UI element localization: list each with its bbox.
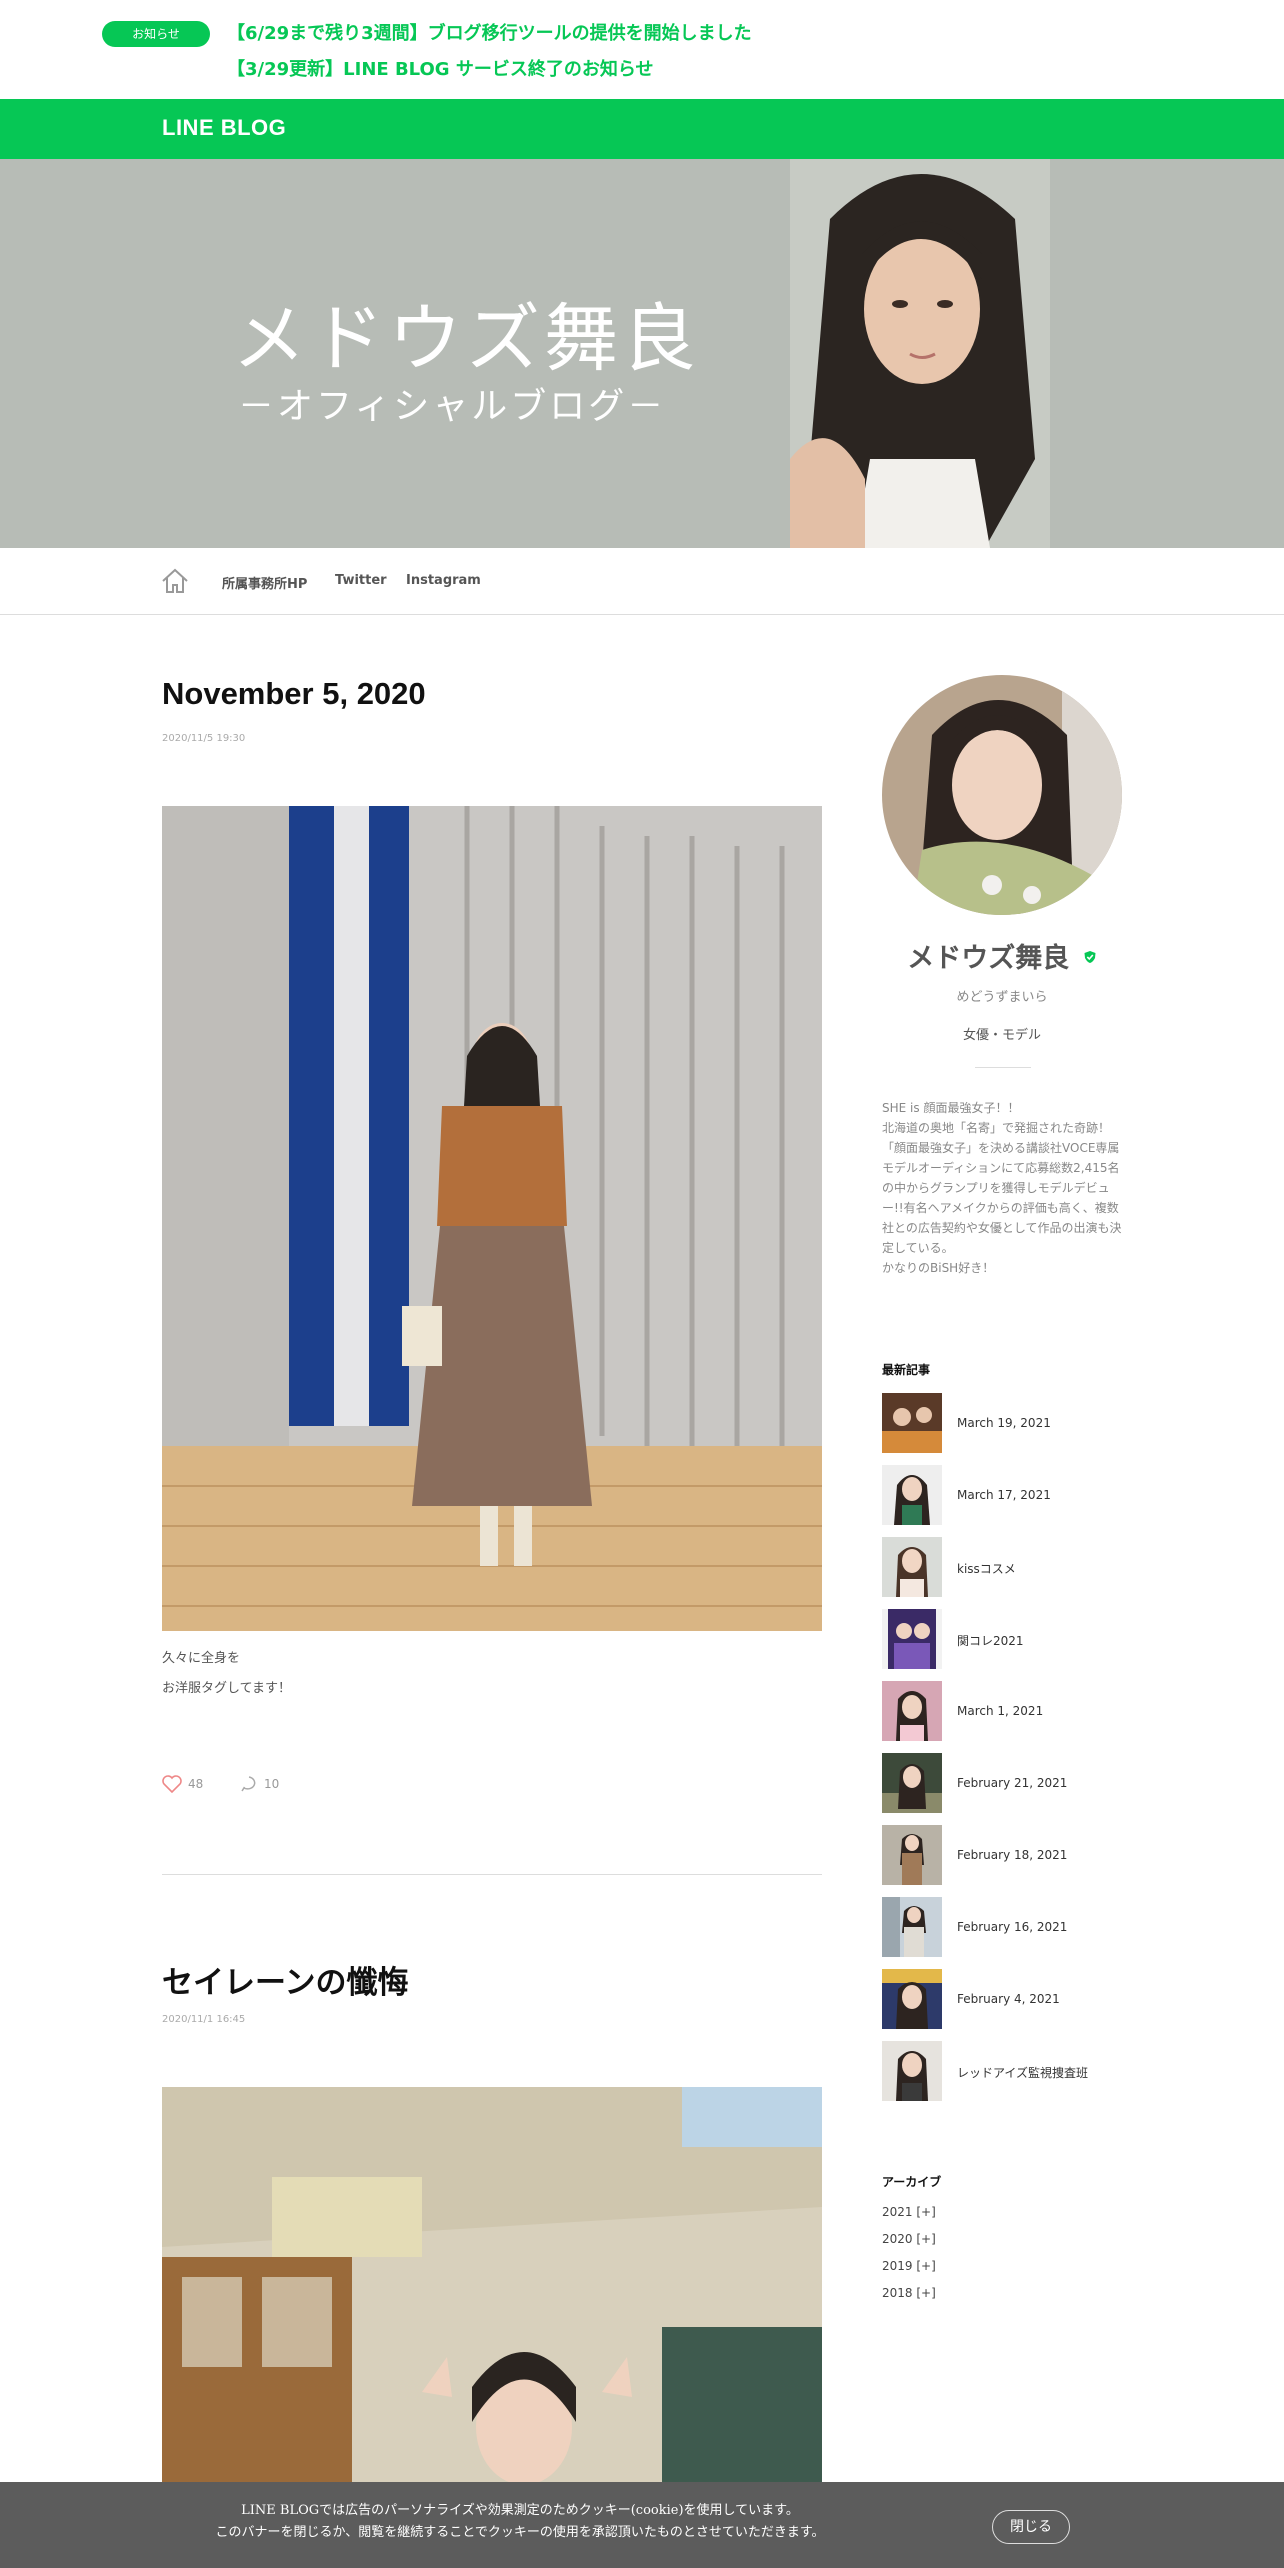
- recent-thumbnail: [882, 1897, 942, 1957]
- recent-item[interactable]: レッドアイズ監視捜査班: [882, 2041, 1142, 2101]
- post-divider: [162, 1874, 822, 1875]
- post-title[interactable]: セイレーンの懺悔: [162, 1957, 408, 2002]
- recent-item[interactable]: February 16, 2021: [882, 1897, 1142, 1957]
- comment-button[interactable]: 10: [240, 1774, 279, 1794]
- recent-item[interactable]: kissコスメ: [882, 1537, 1142, 1597]
- recent-title: kissコスメ: [957, 1562, 1016, 1576]
- profile-divider: [975, 1067, 1031, 1068]
- comment-icon: [241, 1776, 256, 1792]
- notice-link-migration[interactable]: 【6/29まで残り3週間】ブログ移行ツールの提供を開始しました: [227, 19, 752, 45]
- recent-item[interactable]: February 21, 2021: [882, 1753, 1142, 1813]
- profile-kana: めどうずまいら: [956, 990, 1048, 1005]
- recent-thumbnail: [882, 1465, 942, 1525]
- recent-item[interactable]: February 4, 2021: [882, 1969, 1142, 2029]
- post-body-line: お洋服タグしてます！: [162, 1681, 291, 1696]
- banner-title: メドウズ舞良: [232, 296, 700, 382]
- home-icon[interactable]: [160, 567, 190, 595]
- cookie-message-line: LINE BLOGでは広告のパーソナライズや効果測定のためクッキー(cookie…: [241, 2503, 799, 2518]
- profile-name: メドウズ舞良: [882, 936, 1122, 975]
- banner-subtitle: －オフィシャルブログ－: [238, 386, 667, 427]
- recent-heading: 最新記事: [882, 1363, 931, 1377]
- recent-thumbnail: [882, 1393, 942, 1453]
- post-date: 2020/11/1 16:45: [162, 2014, 246, 2025]
- post-date: 2020/11/5 19:30: [162, 733, 246, 744]
- recent-title: March 17, 2021: [957, 1488, 1051, 1502]
- nav-twitter-link[interactable]: Twitter: [335, 573, 387, 588]
- post-photo[interactable]: [162, 2087, 822, 2482]
- recent-title: March 19, 2021: [957, 1416, 1051, 1430]
- cookie-message: LINE BLOGでは広告のパーソナライズや効果測定のためクッキー(cookie…: [170, 2500, 870, 2544]
- profile-name-text: メドウズ舞良: [907, 943, 1070, 974]
- line-blog-logo[interactable]: LINE BLOG: [162, 115, 286, 141]
- recent-title: February 16, 2021: [957, 1920, 1068, 1934]
- like-count: 48: [188, 1777, 204, 1791]
- notice-link-service-end[interactable]: 【3/29更新】LINE BLOG サービス終了のお知らせ: [227, 55, 653, 81]
- recent-thumbnail: [882, 1609, 942, 1669]
- post-title[interactable]: November 5, 2020: [162, 676, 426, 712]
- recent-title: February 4, 2021: [957, 1992, 1060, 2006]
- profile-bio: SHE is 顔面最強女子！！ 北海道の奥地「名寄」で発掘された奇跡！「顔面最強…: [882, 1101, 1122, 1275]
- recent-thumbnail: [882, 1753, 942, 1813]
- notice-bar: お知らせ 【6/29まで残り3週間】ブログ移行ツールの提供を開始しました 【3/…: [0, 0, 1284, 99]
- archive-heading: アーカイブ: [882, 2175, 942, 2189]
- blog-nav: 所属事務所HP Twitter Instagram: [0, 548, 1284, 615]
- recent-item[interactable]: 関コレ2021: [882, 1609, 1142, 1669]
- profile-role: 女優・モデル: [962, 1028, 1041, 1043]
- post-body-line: 久々に全身を: [162, 1651, 241, 1666]
- recent-title: 関コレ2021: [957, 1634, 1024, 1648]
- post-body: 久々に全身を お洋服タグしてます！: [162, 1644, 291, 1704]
- banner-portrait-image: [790, 159, 1050, 548]
- like-button[interactable]: 48: [162, 1774, 203, 1794]
- cookie-message-line: このバナーを閉じるか、閲覧を継続することでクッキーの使用を承認頂いたものとさせて…: [215, 2525, 825, 2540]
- recent-item[interactable]: March 17, 2021: [882, 1465, 1142, 1525]
- recent-item[interactable]: March 1, 2021: [882, 1681, 1142, 1741]
- blog-banner: メドウズ舞良 －オフィシャルブログ－: [0, 159, 1284, 548]
- post-photo[interactable]: [162, 806, 822, 1631]
- recent-thumbnail: [882, 1537, 942, 1597]
- nav-agency-link[interactable]: 所属事務所HP: [222, 573, 307, 592]
- nav-instagram-link[interactable]: Instagram: [406, 573, 481, 588]
- cookie-close-button[interactable]: 閉じる: [992, 2510, 1070, 2544]
- recent-thumbnail: [882, 1969, 942, 2029]
- notice-badge: お知らせ: [102, 21, 210, 47]
- recent-title: レッドアイズ監視捜査班: [957, 2066, 1089, 2080]
- recent-item[interactable]: February 18, 2021: [882, 1825, 1142, 1885]
- comment-count: 10: [264, 1777, 280, 1791]
- recent-thumbnail: [882, 2041, 942, 2101]
- archive-year-2021[interactable]: 2021 [+]: [882, 2205, 936, 2219]
- archive-year-2018[interactable]: 2018 [+]: [882, 2286, 936, 2300]
- recent-title: March 1, 2021: [957, 1704, 1044, 1718]
- archive-year-2019[interactable]: 2019 [+]: [882, 2259, 936, 2273]
- heart-icon: [162, 1775, 182, 1793]
- cookie-banner: LINE BLOGでは広告のパーソナライズや効果測定のためクッキー(cookie…: [0, 2482, 1284, 2568]
- recent-title: February 18, 2021: [957, 1848, 1068, 1862]
- recent-title: February 21, 2021: [957, 1776, 1068, 1790]
- archive-year-2020[interactable]: 2020 [+]: [882, 2232, 936, 2246]
- recent-thumbnail: [882, 1681, 942, 1741]
- recent-thumbnail: [882, 1825, 942, 1885]
- verified-icon: [1084, 951, 1096, 963]
- profile-avatar[interactable]: [882, 675, 1122, 915]
- site-header: LINE BLOG: [0, 99, 1284, 159]
- recent-item[interactable]: March 19, 2021: [882, 1393, 1142, 1453]
